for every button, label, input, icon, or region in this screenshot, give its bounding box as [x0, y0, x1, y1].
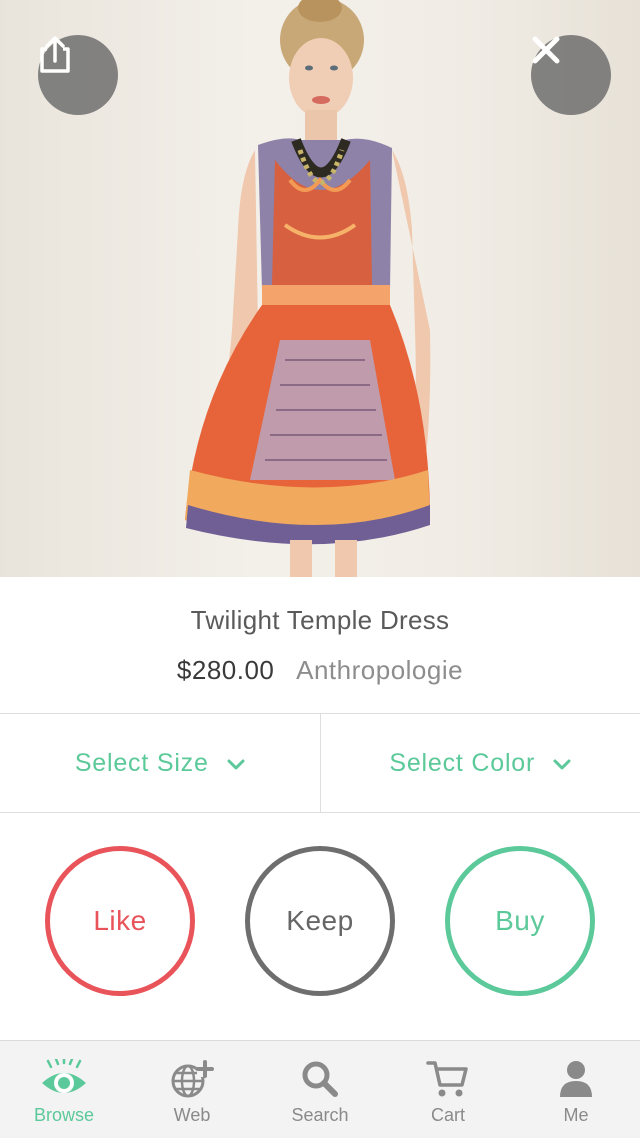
- user-icon: [558, 1057, 594, 1101]
- tab-search[interactable]: Search: [256, 1041, 384, 1138]
- product-brand[interactable]: Anthropologie: [296, 655, 463, 685]
- price-line: $280.00 Anthropologie: [0, 655, 640, 686]
- tab-cart-label: Cart: [431, 1105, 465, 1126]
- chevron-down-icon: [227, 749, 245, 778]
- tab-browse-label: Browse: [34, 1105, 94, 1126]
- share-icon: [38, 35, 72, 73]
- product-image: [0, 0, 640, 577]
- product-price: $280.00: [177, 655, 274, 685]
- tab-browse[interactable]: Browse: [0, 1041, 128, 1138]
- keep-button[interactable]: Keep: [245, 846, 395, 996]
- tab-web-label: Web: [174, 1105, 211, 1126]
- share-button[interactable]: [38, 35, 118, 115]
- tab-cart[interactable]: Cart: [384, 1041, 512, 1138]
- option-selectors: Select Size Select Color: [0, 713, 640, 813]
- tab-me[interactable]: Me: [512, 1041, 640, 1138]
- close-icon: [531, 35, 561, 65]
- select-size-dropdown[interactable]: Select Size: [0, 714, 320, 812]
- tab-me-label: Me: [563, 1105, 588, 1126]
- eye-icon: [39, 1057, 89, 1101]
- select-size-label: Select Size: [75, 749, 209, 778]
- cart-icon: [426, 1057, 470, 1101]
- tab-bar: Browse Web Search: [0, 1040, 640, 1138]
- chevron-down-icon: [553, 749, 571, 778]
- product-name: Twilight Temple Dress: [0, 605, 640, 636]
- action-buttons: Like Keep Buy: [0, 812, 640, 1040]
- search-icon: [300, 1057, 340, 1101]
- product-info: Twilight Temple Dress $280.00 Anthropolo…: [0, 577, 640, 713]
- like-button[interactable]: Like: [45, 846, 195, 996]
- close-button[interactable]: [531, 35, 611, 115]
- globe-plus-icon: [169, 1057, 215, 1101]
- buy-button[interactable]: Buy: [445, 846, 595, 996]
- tab-search-label: Search: [291, 1105, 348, 1126]
- select-color-label: Select Color: [389, 749, 535, 778]
- select-color-dropdown[interactable]: Select Color: [320, 714, 640, 812]
- tab-web[interactable]: Web: [128, 1041, 256, 1138]
